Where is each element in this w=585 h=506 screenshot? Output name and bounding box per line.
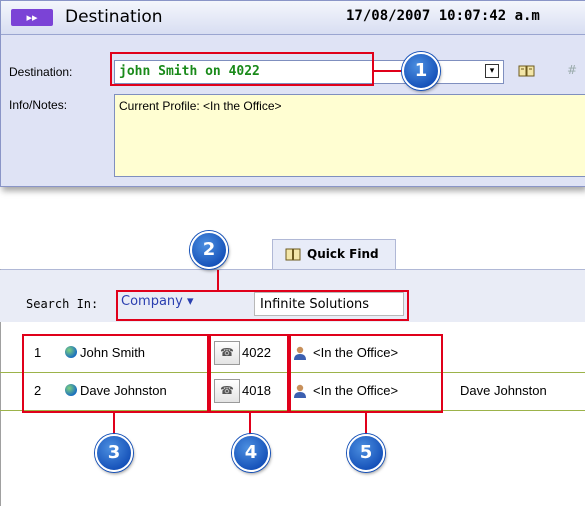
- callout-badge-1: 1: [402, 52, 440, 90]
- callout-line-2: [217, 270, 219, 290]
- callout-badge-2: 2: [190, 231, 228, 269]
- destination-label: Destination:: [9, 65, 73, 79]
- tab-quick-find[interactable]: Quick Find: [272, 239, 396, 269]
- callout-badge-4: 4: [232, 434, 270, 472]
- callout-badge-5: 5: [347, 434, 385, 472]
- callout-box-1: [110, 52, 374, 86]
- hash-icon[interactable]: #: [567, 63, 577, 77]
- callout-line-1: [374, 70, 402, 72]
- tab-quick-find-label: Quick Find: [307, 247, 379, 261]
- address-book-icon: [285, 248, 301, 261]
- app-logo-icon: ▸▸: [11, 9, 53, 26]
- callout-box-3: [22, 334, 209, 413]
- callout-box-4: [209, 334, 289, 413]
- contact-extra[interactable]: Dave Johnston: [460, 383, 547, 398]
- callout-box-5: [289, 334, 443, 413]
- destination-header: ▸▸ Destination 17/08/2007 10:07:42 a.m: [1, 1, 585, 35]
- address-book-icon[interactable]: [518, 64, 536, 78]
- dropdown-arrow-icon[interactable]: ▾: [485, 64, 499, 78]
- search-in-label: Search In:: [26, 297, 99, 311]
- callout-badge-3: 3: [95, 434, 133, 472]
- info-notes-field[interactable]: Current Profile: <In the Office>: [114, 94, 585, 177]
- destination-datetime: 17/08/2007 10:07:42 a.m: [346, 8, 540, 24]
- destination-title: Destination: [65, 7, 163, 27]
- info-notes-value: Current Profile: <In the Office>: [119, 99, 282, 113]
- info-notes-label: Info/Notes:: [9, 98, 68, 112]
- callout-box-2: [116, 290, 409, 321]
- destination-panel: ▸▸ Destination 17/08/2007 10:07:42 a.m D…: [0, 0, 585, 187]
